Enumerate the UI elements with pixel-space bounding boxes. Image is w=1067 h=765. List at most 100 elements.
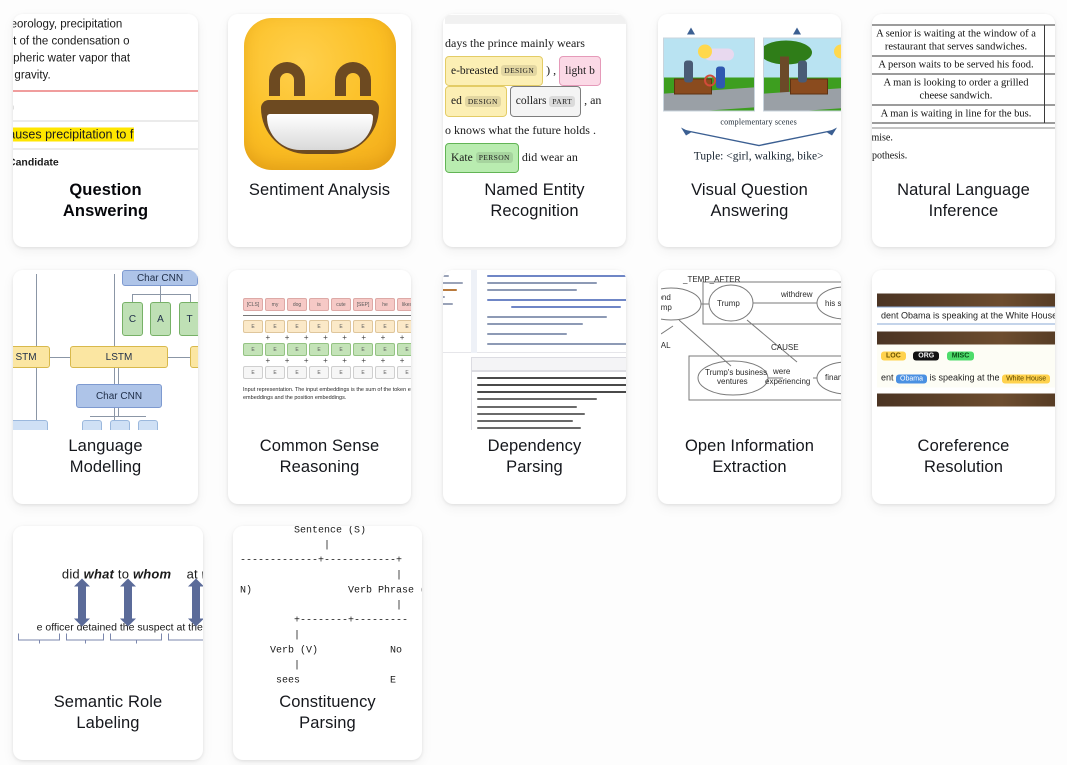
- label-line-2: Parsing: [506, 458, 563, 476]
- card-semantic-role-labeling[interactable]: did what to whom at wh e officer detaine…: [13, 526, 203, 760]
- emoji-left-eye: [268, 62, 305, 96]
- card-sentiment-analysis[interactable]: Sentiment Analysis: [228, 14, 411, 247]
- cor-output-row: ent Obama is speaking at the White House: [881, 373, 1055, 384]
- emoji-teeth: [266, 114, 373, 150]
- card-open-information-extraction[interactable]: _TEMP_AFTER econd Trump Trump withdrew h…: [658, 270, 841, 504]
- ner-chip-person: Kate PERSON: [445, 142, 519, 174]
- nli-label-3: Neu: [1044, 73, 1055, 106]
- svg-text:econd: econd: [661, 293, 671, 302]
- label-line-1: Visual Question: [691, 181, 808, 199]
- qa-answer-line: causes precipitation to f: [13, 127, 198, 144]
- card-label-natural-language-inference: Natural Language Inference: [872, 174, 1055, 247]
- card-constituency-parsing[interactable]: Sentence (S) | -------------+-----------…: [233, 526, 422, 760]
- label-line-1: Open Information: [684, 437, 815, 455]
- vqa-scene-pair: [659, 37, 841, 112]
- svg-text:experiencing: experiencing: [765, 377, 810, 386]
- qa-gray-divider-bottom: [13, 148, 198, 150]
- table-row: A man is waiting in line for the bus. Co…: [872, 104, 1055, 124]
- cor-tag-loc: LOC: [881, 351, 906, 361]
- ner-line-3: ed DESIGN collars PART , an: [445, 86, 626, 117]
- svg-text:_TEMP_AFTER: _TEMP_AFTER: [682, 275, 741, 284]
- label-line-1: Question: [69, 181, 142, 199]
- csr-token-embeddings-row: EEE EEE EEE EE: [243, 320, 411, 333]
- lm-node-t: T: [179, 302, 198, 336]
- lm-node-char-cnn-top: Char CNN: [122, 270, 198, 286]
- task-card-grid: eteorology, precipitation uct of the con…: [0, 0, 1067, 765]
- qa-candidate-label: r Candidate: [13, 156, 59, 169]
- nli-label-2: Entail: [1044, 55, 1055, 75]
- cor-input-text: dent Obama is speaking at the White Hous…: [877, 306, 1055, 325]
- label-line-1: Constituency: [279, 693, 376, 711]
- csr-segment-embeddings-row: EEE EEE EEE EE: [243, 343, 411, 356]
- emoji-mouth: [260, 100, 379, 154]
- svg-text:were: were: [772, 367, 791, 376]
- label-line-1: Named Entity: [484, 181, 585, 199]
- srl-question-line: did what to whom at wh: [61, 566, 203, 582]
- cor-bottom-band: [877, 393, 1055, 407]
- label-line-2: Answering: [710, 202, 789, 220]
- svg-text:Trump's business: Trump's business: [705, 368, 767, 377]
- nli-premise-4: A man is waiting in line for the bus.: [872, 104, 1045, 124]
- cor-mention-obama: Obama: [896, 374, 927, 384]
- vqa-scene-right: [762, 37, 841, 112]
- svg-text:his spe: his spe: [825, 299, 841, 308]
- card-visual-question-answering[interactable]: complementary scenes Tuple: <girl, walki…: [658, 14, 841, 247]
- label-line-2: Inference: [928, 202, 999, 220]
- lm-node-lstm-center: LSTM: [70, 346, 168, 368]
- svg-text:ventures: ventures: [717, 377, 748, 386]
- srl-arrow-3-icon: [188, 578, 203, 627]
- svg-text:Trump: Trump: [717, 299, 740, 308]
- qa-section-label: on: [13, 99, 198, 116]
- card-label-constituency-parsing: Constituency Parsing: [233, 686, 422, 760]
- nli-premise-3: A man is looking to order a grilled chee…: [872, 73, 1045, 106]
- cor-mention-white-house: White House: [1002, 374, 1051, 384]
- ner-chip-pink: light b: [559, 55, 601, 86]
- svg-text:withdrew: withdrew: [780, 290, 813, 299]
- lm-node-c: C: [122, 302, 143, 336]
- card-question-answering[interactable]: eteorology, precipitation uct of the con…: [13, 14, 198, 247]
- language-modelling-architecture-thumbnail: Char CNN C A T STM LSTM Char CNN: [13, 270, 198, 430]
- bert-input-representation-thumbnail: [CLS]mydog iscute[SEP] helikesplay ##ing…: [228, 270, 411, 430]
- label-line-2: Reasoning: [279, 458, 360, 476]
- label-line-2: Recognition: [490, 202, 579, 220]
- coreference-resolution-demo-thumbnail: dent Obama is speaking at the White Hous…: [872, 270, 1055, 430]
- ner-after-1: ) ,: [546, 62, 557, 77]
- ner-line-1: days the prince mainly wears: [445, 35, 585, 50]
- ner-line-2: e-breasted DESIGN ) , light b: [445, 55, 626, 87]
- vqa-complementary-scenes-thumbnail: complementary scenes Tuple: <girl, walki…: [658, 14, 841, 174]
- label-line-2: Extraction: [712, 458, 787, 476]
- grinning-face-emoji-icon: [243, 18, 396, 170]
- emoji-right-eye: [334, 62, 371, 96]
- svg-text:Trump: Trump: [661, 303, 672, 312]
- cor-top-band: [877, 293, 1055, 307]
- smiling-face-emoji-thumbnail: [228, 14, 411, 174]
- card-coreference-resolution[interactable]: dent Obama is speaking at the White Hous…: [872, 270, 1055, 504]
- card-named-entity-recognition[interactable]: days the prince mainly wears e-breasted D…: [443, 14, 626, 247]
- vqa-arrow-right-icon: [792, 27, 801, 35]
- label-line-2: Labeling: [76, 714, 140, 732]
- dependency-parsing-ide-screenshot-thumbnail: [443, 270, 626, 430]
- srl-arrow-group: [16, 578, 203, 627]
- lm-node-lstm-right: [190, 346, 198, 368]
- nli-label-1: Relatio: [1044, 24, 1055, 57]
- card-label-coreference-resolution: Coreference Resolution: [872, 430, 1055, 504]
- ner-after-3: did wear an: [521, 149, 578, 164]
- cor-annotation-panel: LOC ORG MISC ent Obama is speaking at th…: [877, 344, 1055, 388]
- card-label-named-entity-recognition: Named Entity Recognition: [443, 174, 626, 247]
- card-language-modelling[interactable]: Char CNN C A T STM LSTM Char CNN Languag…: [13, 270, 198, 504]
- vqa-caption: complementary scenes: [720, 117, 797, 127]
- srl-sentence-line: e officer detained the suspect at the sc…: [36, 621, 203, 634]
- svg-text:RAL: RAL: [661, 341, 671, 350]
- lm-node-a: A: [150, 302, 171, 336]
- card-label-open-information-extraction: Open Information Extraction: [658, 430, 841, 504]
- card-common-sense-reasoning[interactable]: [CLS]mydog iscute[SEP] helikesplay ##ing…: [228, 270, 411, 504]
- nli-table-thumbnail: A senior is waiting at the window of a r…: [872, 14, 1055, 174]
- semantic-role-labeling-thumbnail: did what to whom at wh e officer detaine…: [13, 526, 203, 686]
- ner-line-5: Kate PERSON did wear an: [445, 142, 626, 174]
- card-dependency-parsing[interactable]: Dependency Parsing: [443, 270, 626, 504]
- vqa-scene-left: [662, 37, 755, 112]
- label-line-1: Sentiment Analysis: [248, 181, 391, 199]
- cor-mid-band: [877, 331, 1055, 345]
- card-label-question-answering: Question Answering: [13, 174, 198, 247]
- card-natural-language-inference[interactable]: A senior is waiting at the window of a r…: [872, 14, 1055, 247]
